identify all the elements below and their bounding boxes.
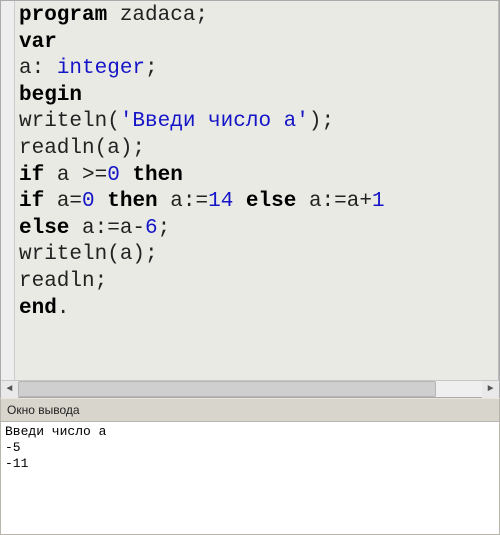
keyword: if [19,164,44,187]
string-literal: 'Введи число а' [120,110,309,133]
code-line: else a:=a-6; [19,216,494,243]
code-text: writeln( [19,110,120,133]
keyword: program [19,4,107,27]
keyword: begin [19,84,82,107]
code-text: a >= [44,164,107,187]
output-panel[interactable]: Введи число а -5 -11 [0,422,500,535]
keyword: end [19,297,57,320]
code-text: a:= [158,190,208,213]
type: integer [57,57,145,80]
scroll-left-arrow-icon[interactable]: ◄ [1,381,18,398]
keyword: else [19,217,69,240]
code-editor-panel: program zadaca; var a: integer; begin wr… [0,0,500,398]
code-text: a:=a+ [296,190,372,213]
number: 14 [208,190,233,213]
code-text: a:=a- [69,217,145,240]
code-line: var [19,30,494,57]
keyword: then [107,190,157,213]
code-text: readln; [19,270,107,293]
horizontal-scrollbar[interactable]: ◄ ► [1,380,499,397]
code-text: . [57,297,70,320]
code-text [233,190,246,213]
code-text: a: [19,57,57,80]
keyword: if [19,190,44,213]
number: 1 [372,190,385,213]
scrollbar-track[interactable] [18,381,482,397]
keyword: then [132,164,182,187]
code-line: writeln(a); [19,242,494,269]
editor-gutter [1,1,15,380]
code-text: ); [309,110,334,133]
code-text [95,190,108,213]
number: 0 [82,190,95,213]
output-panel-title: Окно вывода [0,398,500,422]
code-editor[interactable]: program zadaca; var a: integer; begin wr… [1,1,499,380]
output-line: -5 [5,440,21,455]
scrollbar-thumb[interactable] [18,381,436,397]
output-line: Введи число а [5,424,106,439]
keyword: else [246,190,296,213]
code-line: a: integer; [19,56,494,83]
keyword: var [19,31,57,54]
code-text [120,164,133,187]
code-line: readln(a); [19,136,494,163]
code-line: readln; [19,269,494,296]
code-text: writeln(a); [19,243,158,266]
number: 6 [145,217,158,240]
code-text: zadaca; [107,4,208,27]
code-text: ; [158,217,171,240]
code-text: readln(a); [19,137,145,160]
code-area[interactable]: program zadaca; var a: integer; begin wr… [15,1,499,380]
code-text: a= [44,190,82,213]
number: 0 [107,164,120,187]
code-text: ; [145,57,158,80]
output-line: -11 [5,456,28,471]
code-line: writeln('Введи число а'); [19,109,494,136]
code-line: program zadaca; [19,3,494,30]
scroll-right-arrow-icon[interactable]: ► [482,381,499,398]
code-line: end. [19,296,494,323]
code-line: if a >=0 then [19,163,494,190]
code-line: begin [19,83,494,110]
code-line: if a=0 then a:=14 else a:=a+1 [19,189,494,216]
